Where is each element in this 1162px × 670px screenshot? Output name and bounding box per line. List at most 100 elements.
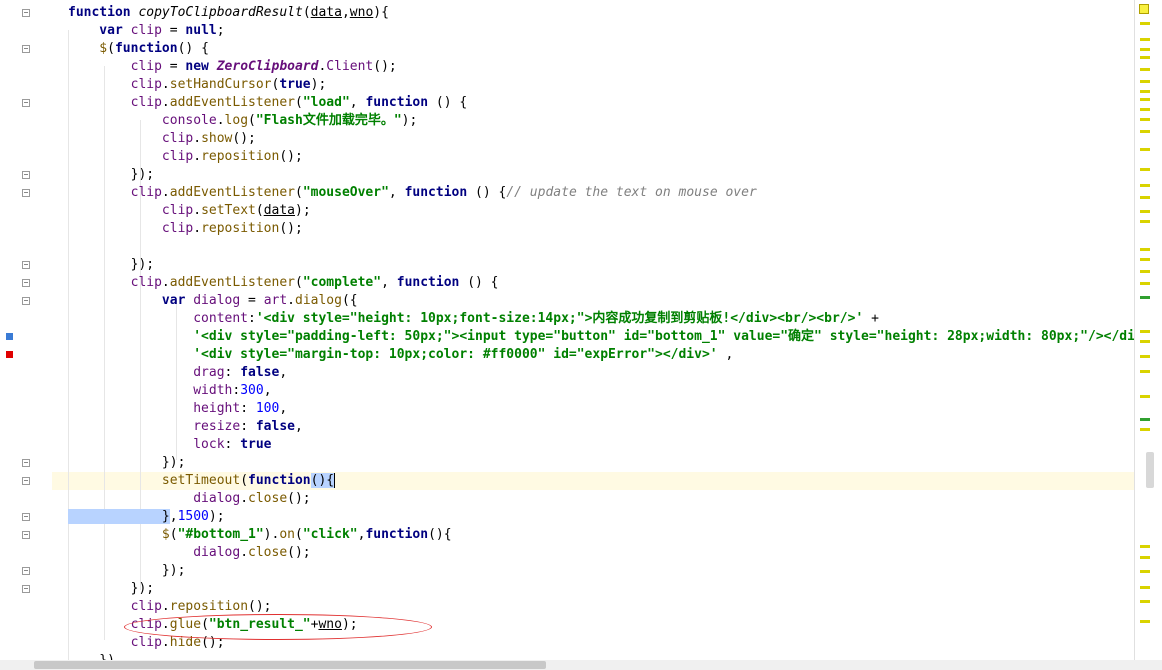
error-stripe-mark[interactable] <box>1140 148 1150 151</box>
breakpoint-icon[interactable] <box>6 351 13 358</box>
code-line[interactable]: },1500); <box>68 508 225 526</box>
fold-marker-icon[interactable] <box>22 513 30 521</box>
code-token: ( <box>248 113 256 128</box>
error-stripe-mark[interactable] <box>1140 296 1150 299</box>
error-stripe-mark[interactable] <box>1140 98 1150 101</box>
code-token: clip <box>68 131 194 146</box>
code-line[interactable]: }); <box>68 580 154 598</box>
fold-marker-icon[interactable] <box>22 297 30 305</box>
vertical-scrollbar-thumb[interactable] <box>1146 452 1154 488</box>
code-token: setText <box>201 203 256 218</box>
error-stripe-mark[interactable] <box>1140 355 1150 358</box>
code-token: : <box>248 311 256 326</box>
code-line[interactable]: lock: true <box>68 436 271 454</box>
code-line[interactable]: }) <box>68 652 115 660</box>
code-line[interactable]: clip.addEventListener("mouseOver", funct… <box>68 184 757 202</box>
error-stripe-mark[interactable] <box>1140 248 1150 251</box>
code-token: content <box>68 311 249 326</box>
code-line[interactable]: $(function() { <box>68 40 209 58</box>
error-stripe-mark[interactable] <box>1140 184 1150 187</box>
error-stripe-mark[interactable] <box>1140 196 1150 199</box>
code-line[interactable]: dialog.close(); <box>68 490 310 508</box>
fold-marker-icon[interactable] <box>22 261 30 269</box>
error-stripe-mark[interactable] <box>1140 68 1150 71</box>
code-text-area[interactable]: function copyToClipboardResult(data,wno)… <box>52 0 1134 660</box>
fold-marker-icon[interactable] <box>22 171 30 179</box>
code-token: resize <box>68 419 241 434</box>
error-stripe-mark[interactable] <box>1140 418 1150 421</box>
fold-marker-icon[interactable] <box>22 477 30 485</box>
error-stripe-mark[interactable] <box>1140 118 1150 121</box>
error-stripe-mark[interactable] <box>1140 330 1150 333</box>
code-line[interactable]: resize: false, <box>68 418 303 436</box>
error-stripe-mark[interactable] <box>1140 56 1150 59</box>
error-stripe-mark[interactable] <box>1140 370 1150 373</box>
code-line[interactable]: clip.addEventListener("load", function (… <box>68 94 468 112</box>
error-stripe-mark[interactable] <box>1140 38 1150 41</box>
error-stripe-mark[interactable] <box>1140 600 1150 603</box>
error-stripe-mark[interactable] <box>1140 545 1150 548</box>
code-line[interactable]: }); <box>68 166 154 184</box>
fold-marker-icon[interactable] <box>22 99 30 107</box>
code-line[interactable]: }); <box>68 256 154 274</box>
error-stripe-mark[interactable] <box>1140 108 1150 111</box>
code-line[interactable]: clip.reposition(); <box>68 148 303 166</box>
code-line[interactable]: var clip = null; <box>68 22 224 40</box>
code-line[interactable]: height: 100, <box>68 400 287 418</box>
code-line[interactable]: dialog.close(); <box>68 544 310 562</box>
error-stripe-mark[interactable] <box>1140 428 1150 431</box>
error-stripe-mark[interactable] <box>1140 258 1150 261</box>
code-line[interactable]: width:300, <box>68 382 271 400</box>
code-line[interactable]: console.log("Flash文件加载完毕。"); <box>68 112 417 130</box>
code-line[interactable]: '<div style="margin-top: 10px;color: #ff… <box>68 346 733 364</box>
error-stripe-mark[interactable] <box>1140 586 1150 589</box>
error-stripe-mark[interactable] <box>1140 48 1150 51</box>
error-stripe-mark[interactable] <box>1140 130 1150 133</box>
error-stripe-mark[interactable] <box>1140 395 1150 398</box>
error-stripe-mark[interactable] <box>1140 168 1150 171</box>
error-stripe-mark[interactable] <box>1140 270 1150 273</box>
fold-marker-icon[interactable] <box>22 45 30 53</box>
fold-marker-icon[interactable] <box>22 279 30 287</box>
error-stripe-mark[interactable] <box>1140 282 1150 285</box>
code-line[interactable]: '<div style="padding-left: 50px;"><input… <box>68 328 1134 346</box>
code-line[interactable]: clip.addEventListener("complete", functi… <box>68 274 499 292</box>
code-line[interactable]: clip.reposition(); <box>68 220 303 238</box>
code-line[interactable]: clip = new ZeroClipboard.Client(); <box>68 58 397 76</box>
error-stripe-mark[interactable] <box>1140 22 1150 25</box>
code-line[interactable]: var dialog = art.dialog({ <box>68 292 358 310</box>
bookmark-icon[interactable] <box>6 333 13 340</box>
error-stripe-mark[interactable] <box>1140 220 1150 223</box>
code-editor[interactable]: function copyToClipboardResult(data,wno)… <box>0 0 1162 670</box>
code-line[interactable]: setTimeout(function(){ <box>68 472 336 490</box>
error-stripe-mark[interactable] <box>1140 620 1150 623</box>
code-line[interactable]: content:'<div style="height: 10px;font-s… <box>68 310 879 328</box>
horizontal-scrollbar-thumb[interactable] <box>34 661 546 669</box>
fold-marker-icon[interactable] <box>22 459 30 467</box>
fold-marker-icon[interactable] <box>22 585 30 593</box>
code-line[interactable]: clip.setHandCursor(true); <box>68 76 327 94</box>
code-line[interactable]: function copyToClipboardResult(data,wno)… <box>68 4 389 22</box>
code-token: $ <box>68 527 170 542</box>
code-line[interactable]: }); <box>68 562 186 580</box>
code-token: new <box>185 59 217 74</box>
fold-marker-icon[interactable] <box>22 9 30 17</box>
code-line[interactable]: clip.reposition(); <box>68 598 272 616</box>
code-line[interactable]: }); <box>68 454 186 472</box>
error-stripe-mark[interactable] <box>1140 90 1150 93</box>
code-line[interactable]: drag: false, <box>68 364 287 382</box>
code-line[interactable]: $("#bottom_1").on("click",function(){ <box>68 526 452 544</box>
inspection-status-icon[interactable] <box>1139 4 1149 14</box>
fold-marker-icon[interactable] <box>22 531 30 539</box>
editor-gutter[interactable] <box>0 0 52 670</box>
code-line[interactable]: clip.show(); <box>68 130 256 148</box>
fold-marker-icon[interactable] <box>22 189 30 197</box>
error-stripe-mark[interactable] <box>1140 80 1150 83</box>
fold-marker-icon[interactable] <box>22 567 30 575</box>
error-stripe-mark[interactable] <box>1140 210 1150 213</box>
error-stripe-mark[interactable] <box>1140 570 1150 573</box>
error-stripe-mark[interactable] <box>1140 556 1150 559</box>
error-stripe-mark[interactable] <box>1140 340 1150 343</box>
code-token: "load" <box>302 95 350 110</box>
code-line[interactable]: clip.setText(data); <box>68 202 311 220</box>
